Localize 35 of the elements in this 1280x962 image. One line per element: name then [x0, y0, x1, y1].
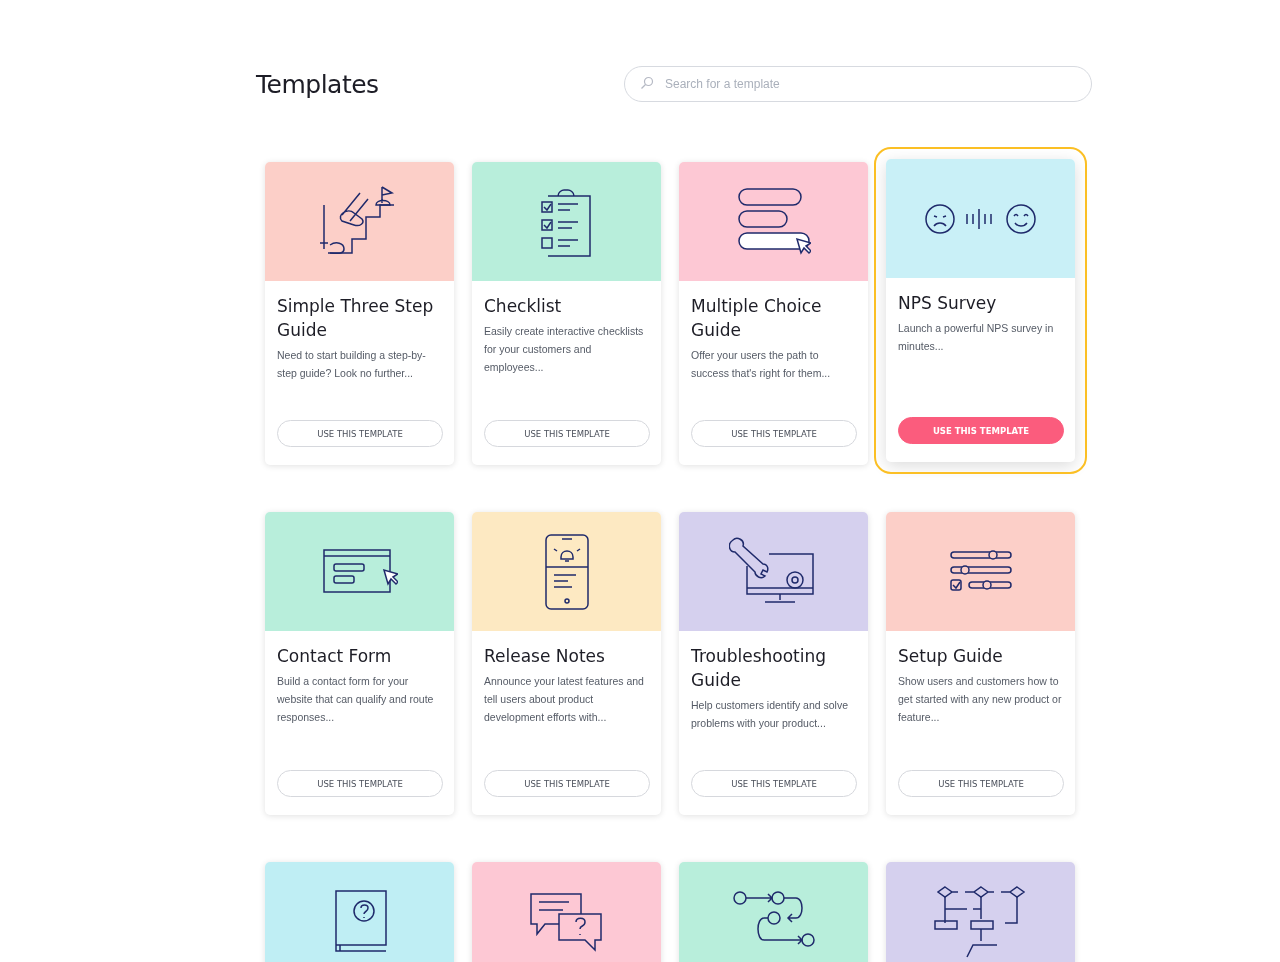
- card-title: Troubleshooting Guide: [691, 645, 828, 692]
- card-description: Launch a powerful NPS survey in minutes...: [898, 321, 1055, 354]
- template-card[interactable]: Simple Three Step Guide Need to start building a step-by-step guide? Look no further... USE THIS TEMPLATE: [265, 162, 454, 465]
- search-field[interactable]: Search for a template: [624, 66, 1092, 102]
- page-title: Templates: [256, 69, 379, 99]
- card-description: Need to start building a step-by-step guide? Look no further...: [277, 348, 427, 381]
- card-title: Simple Three Step Guide: [277, 295, 435, 342]
- use-template-button[interactable]: USE THIS TEMPLATE: [484, 420, 650, 447]
- template-card[interactable]: Multiple Choice Guide Offer your users the path to success that's right for them... USE THIS TEMPLATE: [679, 162, 868, 465]
- template-card[interactable]: Release Notes Announce your latest features and tell users about product development efforts with... USE THIS TEMPLATE: [472, 512, 661, 815]
- template-card[interactable]: Checklist Easily create interactive checklists for your customers and employees... USE THIS TEMPLATE: [472, 162, 661, 465]
- card-description: Build a contact form for your website that can qualify and route responses...: [277, 674, 435, 725]
- card-title: Release Notes: [484, 645, 606, 668]
- use-template-button[interactable]: USE THIS TEMPLATE: [691, 420, 857, 447]
- use-template-button[interactable]: USE THIS TEMPLATE: [277, 420, 443, 447]
- template-card[interactable]: NPS Survey Launch a powerful NPS survey in minutes... USE THIS TEMPLATE: [886, 159, 1075, 462]
- card-title: Setup Guide: [898, 645, 1004, 668]
- search-icon: [640, 76, 654, 90]
- use-template-button[interactable]: USE THIS TEMPLATE: [898, 770, 1064, 797]
- slider-settings-drawing: [948, 549, 1013, 594]
- card-description: Help customers identify and solve problems with your product...: [691, 698, 849, 731]
- card-description: Announce your latest features and tell users about product development efforts with...: [484, 674, 645, 725]
- template-card[interactable]: Contact Form Build a contact form for your website that can qualify and route responses... USE THIS TEMPLATE: [265, 512, 454, 815]
- card-title: Checklist: [484, 295, 563, 318]
- card-description: Offer your users the path to success that's right for them...: [691, 348, 832, 381]
- card-title: Contact Form: [277, 645, 393, 668]
- card-description: Show users and customers how to get started with any new product or feature...: [898, 674, 1063, 725]
- use-template-button[interactable]: USE THIS TEMPLATE: [484, 770, 650, 797]
- template-card[interactable]: Setup Guide Show users and customers how to get started with any new product or feature... USE THIS TEMPLATE: [886, 512, 1075, 815]
- use-template-button[interactable]: USE THIS TEMPLATE: [691, 770, 857, 797]
- card-title: NPS Survey: [898, 292, 998, 315]
- card-description: Easily create interactive checklists for your customers and employees...: [484, 324, 645, 375]
- template-card[interactable]: Troubleshooting Guide Help customers identify and solve problems with your product... USE THIS TEMPLATE: [679, 512, 868, 815]
- use-template-button[interactable]: USE THIS TEMPLATE: [277, 770, 443, 797]
- card-title: Multiple Choice Guide: [691, 295, 823, 342]
